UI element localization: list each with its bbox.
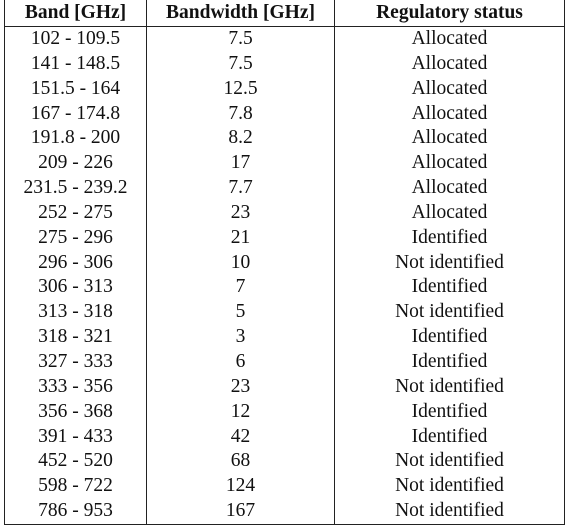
bandwidth-cell: 6 xyxy=(146,349,335,375)
status-cell: Not identified xyxy=(334,499,565,525)
frequency-band-table: Band [GHz] Bandwidth [GHz] Regulatory st… xyxy=(4,0,565,525)
band-cell: 318 - 321 xyxy=(38,326,113,348)
status-cell: Allocated xyxy=(334,101,565,127)
band-cell: 252 - 275 xyxy=(38,201,113,223)
status-cell: Identified xyxy=(334,424,565,450)
band-cell: 598 - 722 xyxy=(38,475,113,497)
status-cell: Allocated xyxy=(334,200,565,226)
band-cell: 275 - 296 xyxy=(38,226,113,248)
table-row: 275 - 296 21 Identified xyxy=(5,225,565,251)
table-row: 209 - 226 17 Allocated xyxy=(5,151,565,177)
status-cell: Identified xyxy=(334,399,565,425)
status-cell: Not identified xyxy=(334,300,565,326)
bandwidth-cell: 21 xyxy=(146,225,335,251)
bandwidth-cell: 10 xyxy=(146,250,335,276)
table-row: 327 - 333 6 Identified xyxy=(5,349,565,375)
bandwidth-cell: 3 xyxy=(146,325,335,350)
status-cell: Identified xyxy=(334,225,565,251)
band-cell: 452 - 520 xyxy=(38,450,113,472)
bandwidth-cell: 7.8 xyxy=(146,101,335,127)
table-row: 191.8 - 200 8.2 Allocated xyxy=(5,126,565,152)
band-cell: 102 - 109.5 xyxy=(30,28,121,49)
bandwidth-cell: 167 xyxy=(146,499,335,525)
band-cell: 306 - 313 xyxy=(38,276,113,298)
bandwidth-cell: 42 xyxy=(146,424,335,450)
table-row: 151.5 - 164 12.5 Allocated xyxy=(5,76,565,102)
table-row: 318 - 321 3 Identified xyxy=(5,325,565,350)
status-cell: Allocated xyxy=(334,176,565,201)
table-row: 391 - 433 42 Identified xyxy=(5,424,565,450)
band-cell: 391 - 433 xyxy=(38,425,113,447)
band-cell: 209 - 226 xyxy=(38,152,113,174)
header-row: Band [GHz] Bandwidth [GHz] Regulatory st… xyxy=(4,0,565,27)
bandwidth-cell: 5 xyxy=(146,300,335,326)
bandwidth-cell: 12.5 xyxy=(146,76,335,102)
table-row: 356 - 368 12 Identified xyxy=(5,399,565,425)
table-row: 296 - 306 10 Not identified xyxy=(5,250,565,276)
bandwidth-cell: 12 xyxy=(146,399,335,425)
status-cell: Not identified xyxy=(334,374,565,400)
table-row: 231.5 - 239.2 7.7 Allocated xyxy=(5,176,565,201)
table-row: 313 - 318 5 Not identified xyxy=(5,300,565,326)
band-cell: 333 - 356 xyxy=(38,375,113,397)
bandwidth-cell: 23 xyxy=(146,374,335,400)
status-cell: Allocated xyxy=(334,26,565,52)
status-cell: Not identified xyxy=(334,449,565,475)
status-cell: Allocated xyxy=(334,51,565,77)
table-row: 333 - 356 23 Not identified xyxy=(5,374,565,400)
header-band: Band [GHz] xyxy=(4,0,147,27)
table-row: 167 - 174.8 7.8 Allocated xyxy=(5,101,565,127)
table-row: 306 - 313 7 Identified xyxy=(5,275,565,301)
table-row: 452 - 520 68 Not identified xyxy=(5,449,565,475)
bandwidth-cell: 7.7 xyxy=(146,176,335,201)
status-cell: Not identified xyxy=(334,250,565,276)
status-cell: Allocated xyxy=(334,126,565,152)
bandwidth-cell: 8.2 xyxy=(146,126,335,152)
band-cell: 231.5 - 239.2 xyxy=(23,177,128,199)
table-row: 141 - 148.5 7.5 Allocated xyxy=(5,51,565,77)
band-cell: 191.8 - 200 xyxy=(30,127,121,149)
table-row: 102 - 109.5 7.5 Allocated xyxy=(5,26,565,52)
table-row: 252 - 275 23 Allocated xyxy=(5,200,565,226)
table-row: 598 - 722 124 Not identified xyxy=(5,474,565,500)
status-cell: Not identified xyxy=(334,474,565,500)
band-cell: 786 - 953 xyxy=(38,500,113,522)
band-cell: 327 - 333 xyxy=(38,350,113,372)
status-cell: Allocated xyxy=(334,76,565,102)
band-cell: 356 - 368 xyxy=(38,400,113,422)
bandwidth-cell: 7.5 xyxy=(146,51,335,77)
bandwidth-cell: 17 xyxy=(146,151,335,177)
band-cell: 151.5 - 164 xyxy=(30,77,121,99)
table-body: 102 - 109.5 7.5 Allocated 141 - 148.5 7.5 All… xyxy=(5,26,565,525)
band-cell: 296 - 306 xyxy=(38,251,113,273)
status-cell: Identified xyxy=(334,275,565,301)
status-cell: Identified xyxy=(334,325,565,350)
bandwidth-cell: 124 xyxy=(146,474,335,500)
status-cell: Identified xyxy=(334,349,565,375)
band-cell: 141 - 148.5 xyxy=(30,52,121,74)
band-cell: 167 - 174.8 xyxy=(30,102,121,124)
band-cell: 313 - 318 xyxy=(38,301,113,323)
bandwidth-cell: 7.5 xyxy=(146,26,335,52)
header-regulatory-status: Regulatory status xyxy=(334,0,565,27)
table-row: 786 - 953 167 Not identified xyxy=(5,499,565,525)
header-bandwidth: Bandwidth [GHz] xyxy=(146,0,335,27)
bandwidth-cell: 7 xyxy=(146,275,335,301)
bandwidth-cell: 23 xyxy=(146,200,335,226)
status-cell: Allocated xyxy=(334,151,565,177)
bandwidth-cell: 68 xyxy=(146,449,335,475)
